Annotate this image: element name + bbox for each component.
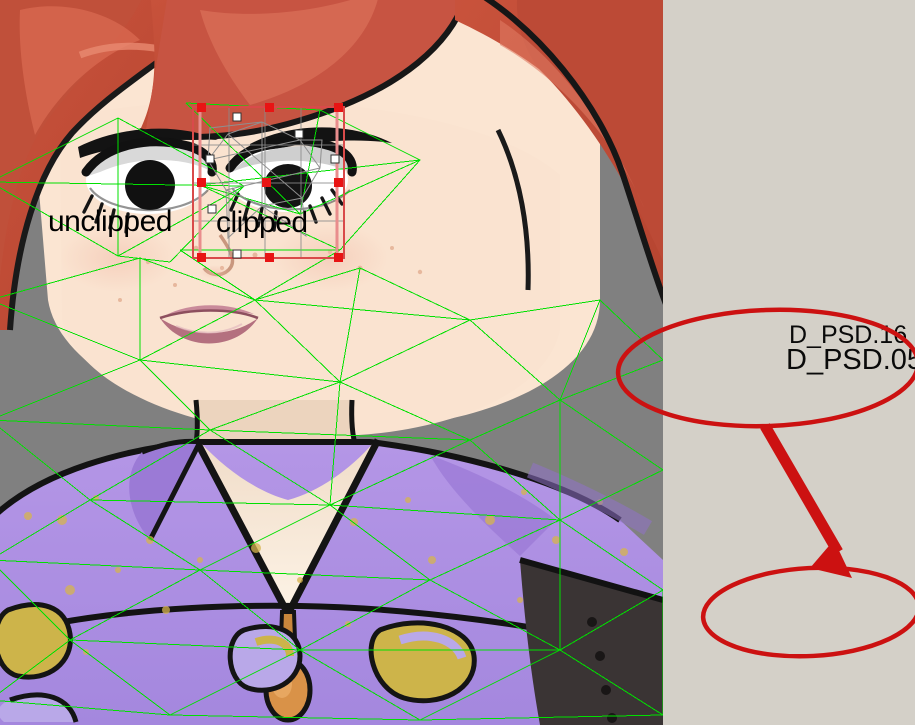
canvas-label-clipped: clipped	[216, 206, 308, 239]
annotation-clip-callout: D_PSD.05	[786, 344, 915, 376]
app-root: unclipped clipped < Deformers >< Drawabl…	[0, 0, 915, 725]
canvas-label-unclipped: unclipped	[48, 205, 172, 238]
character-artwork	[0, 0, 663, 725]
model-canvas[interactable]: unclipped clipped	[0, 0, 663, 725]
